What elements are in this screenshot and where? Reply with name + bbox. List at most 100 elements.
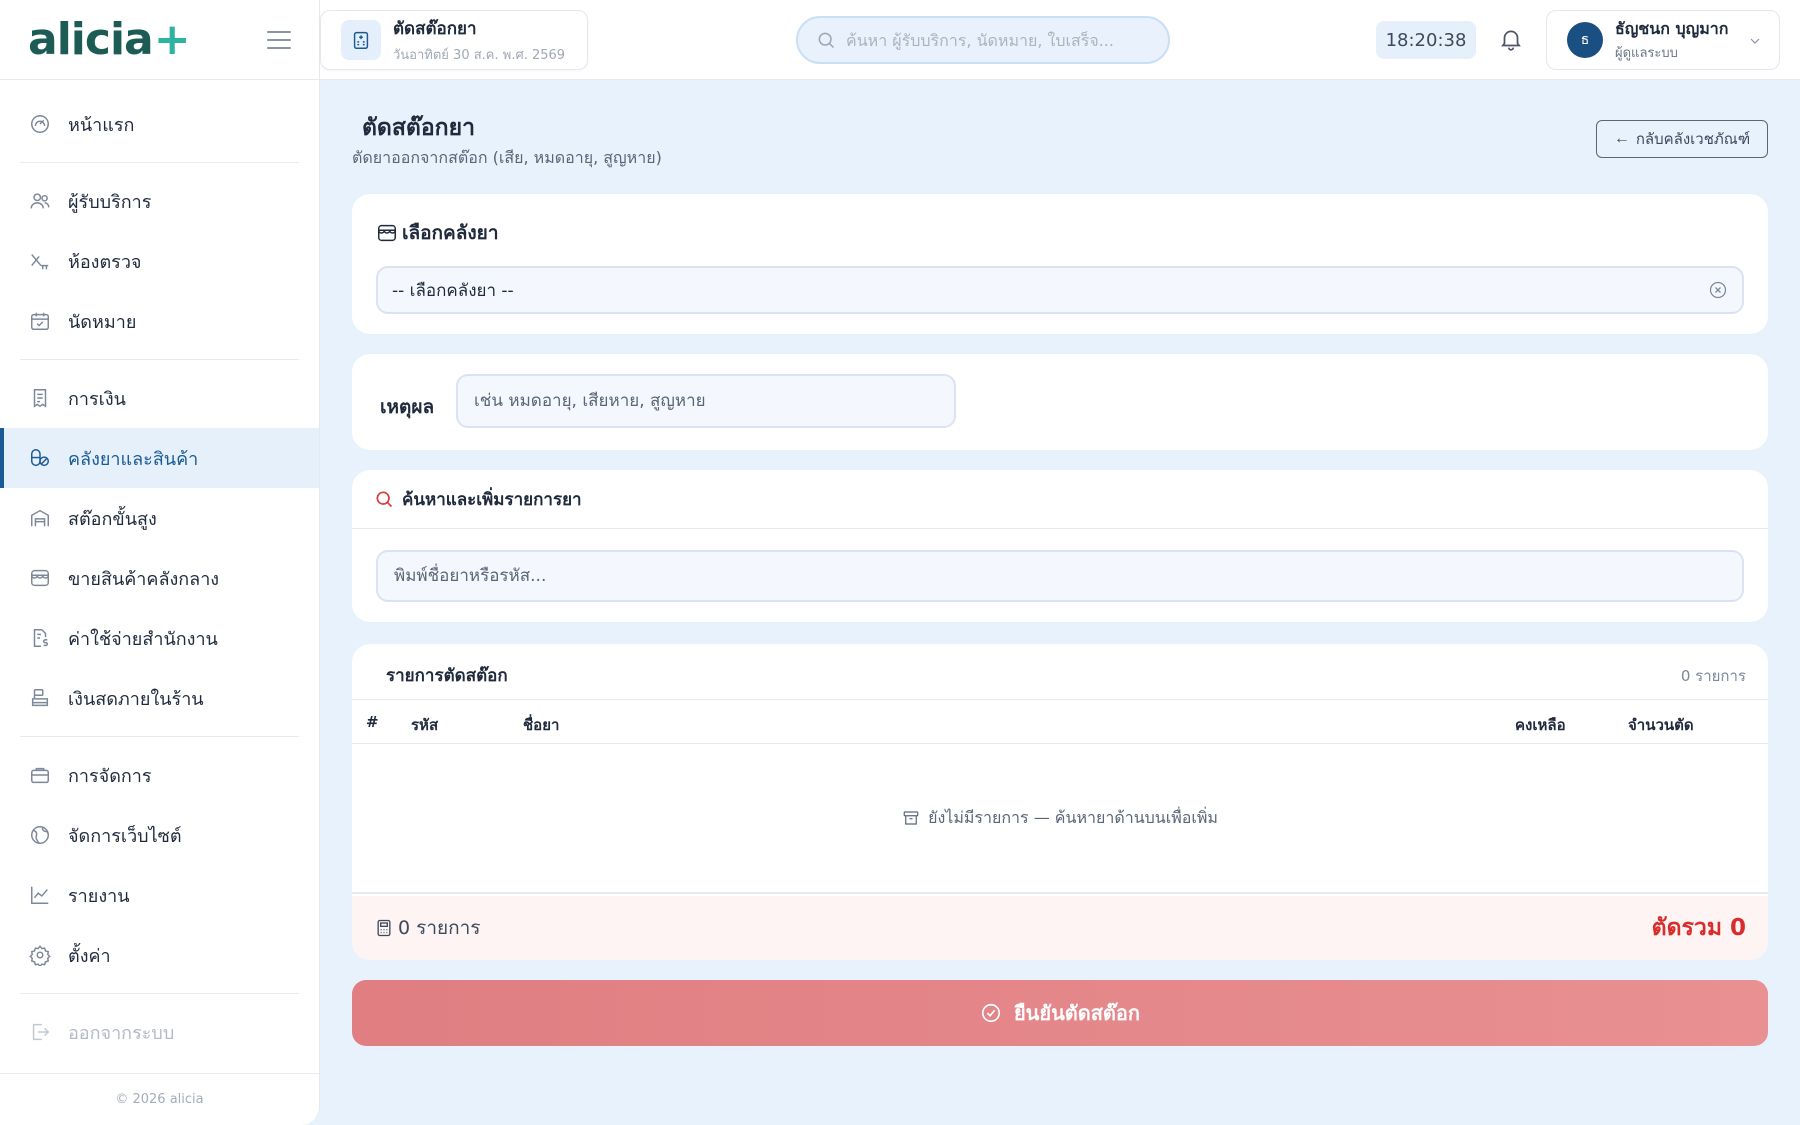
- empty-state: ยังไม่มีรายการ — ค้นหายาด้านบนเพื่อเพิ่ม: [352, 744, 1768, 894]
- sidebar-divider: [20, 162, 299, 163]
- chip-date: วันอาทิตย์ 30 ส.ค. พ.ศ. 2569: [393, 48, 566, 63]
- sidebar-item-label: รายงาน: [68, 885, 130, 907]
- pills-icon: [28, 446, 52, 470]
- reason-card: เหตุผล: [352, 354, 1768, 450]
- sidebar-item-appointments[interactable]: นัดหมาย: [0, 291, 319, 351]
- page-subtitle: ตัดยาออกจากสต๊อก (เสีย, หมดอายุ, สูญหาย): [352, 148, 662, 167]
- sidebar-divider: [20, 993, 299, 994]
- sidebar-item-office-expenses[interactable]: ค่าใช้จ่ายสำนักงาน: [0, 608, 319, 668]
- chip-title: ตัดสต๊อกยา: [393, 19, 477, 39]
- writeoff-list-card: รายการตัดสต๊อก 0 รายการ # รหัส ชื่อยา คง…: [352, 644, 1768, 960]
- user-role: ผู้ดูแลระบบ: [1615, 46, 1678, 61]
- drug-search-input[interactable]: [376, 550, 1744, 602]
- warehouse-heading-label: เลือกคลังยา: [402, 222, 499, 244]
- list-title: รายการตัดสต๊อก: [386, 666, 508, 686]
- drug-search-heading-label: ค้นหาและเพิ่มรายการยา: [402, 489, 582, 510]
- footer-count: 0 รายการ: [374, 913, 481, 943]
- sidebar-item-pharmacy[interactable]: คลังยาและสินค้า: [0, 428, 319, 488]
- copyright: © 2026 alicia: [0, 1073, 319, 1125]
- sidebar-item-logout[interactable]: ออกจากระบบ: [0, 1002, 319, 1062]
- current-page-chip: ตัดสต๊อกยา วันอาทิตย์ 30 ส.ค. พ.ศ. 2569: [320, 10, 588, 70]
- sidebar-item-central-sales[interactable]: ขายสินค้าคลังกลาง: [0, 548, 319, 608]
- column-header-index: #: [366, 713, 379, 731]
- top-bar: ตัดสต๊อกยา วันอาทิตย์ 30 ส.ค. พ.ศ. 2569 …: [320, 0, 1800, 80]
- warehouse-card: เลือกคลังยา -- เลือกคลังยา --: [352, 194, 1768, 334]
- sidebar-nav: หน้าแรก ผู้รับบริการ ห้องตรวจ นัดหมาย กา…: [0, 80, 319, 1062]
- sidebar-item-label: จัดการเว็บไซต์: [68, 825, 182, 847]
- warehouse-icon: [28, 506, 52, 530]
- column-header-drug-name: ชื่อยา: [523, 716, 560, 734]
- bell-icon[interactable]: [1496, 22, 1526, 56]
- footer-count-text: 0 รายการ: [398, 917, 481, 939]
- global-search-input[interactable]: [846, 30, 1136, 50]
- clear-icon[interactable]: [1708, 280, 1728, 300]
- list-count: 0 รายการ: [1680, 667, 1746, 685]
- sidebar-item-label: ขายสินค้าคลังกลาง: [68, 568, 220, 590]
- warehouse-select[interactable]: -- เลือกคลังยา --: [376, 266, 1744, 314]
- sidebar-item-label: ห้องตรวจ: [68, 251, 142, 273]
- clock: 18:20:38: [1376, 21, 1476, 59]
- sidebar-item-finance[interactable]: การเงิน: [0, 368, 319, 428]
- table-header: # รหัส ชื่อยา คงเหลือ จำนวนตัด: [352, 700, 1768, 744]
- confirm-label: ยืนยันตัดสต๊อก: [1013, 1001, 1141, 1025]
- column-header-cut-quantity: จำนวนตัด: [1628, 716, 1694, 734]
- sidebar-item-management[interactable]: การจัดการ: [0, 745, 319, 805]
- sidebar-item-label: ผู้รับบริการ: [68, 191, 152, 213]
- sidebar-item-home[interactable]: หน้าแรก: [0, 94, 319, 154]
- sidebar-item-label: คลังยาและสินค้า: [68, 448, 199, 470]
- sidebar-item-label: สต๊อกขั้นสูง: [68, 508, 157, 530]
- list-header: รายการตัดสต๊อก 0 รายการ: [352, 644, 1768, 700]
- app-logo[interactable]: alicia +: [28, 14, 191, 65]
- archive-icon: [903, 811, 919, 825]
- back-button-label: กลับคลังเวชภัณฑ์: [1635, 131, 1751, 148]
- menu-toggle-icon[interactable]: [267, 30, 291, 49]
- store-icon: [28, 566, 52, 590]
- hospital-building-icon: [341, 20, 381, 60]
- sidebar-item-label: นัดหมาย: [68, 311, 137, 333]
- search-icon: [376, 491, 393, 508]
- arrow-left-icon: ←: [1613, 130, 1630, 147]
- logo-plus: +: [153, 14, 191, 65]
- sidebar-item-advanced-stock[interactable]: สต๊อกขั้นสูง: [0, 488, 319, 548]
- sidebar-item-label: เงินสดภายในร้าน: [68, 688, 204, 710]
- sidebar-item-store-cash[interactable]: เงินสดภายในร้าน: [0, 668, 319, 728]
- sidebar-item-exam-room[interactable]: ห้องตรวจ: [0, 231, 319, 291]
- chevron-down-icon: [1747, 33, 1763, 53]
- sidebar-item-settings[interactable]: ตั้งค่า: [0, 925, 319, 985]
- invoice-dollar-icon: [28, 626, 52, 650]
- sidebar-item-label: ค่าใช้จ่ายสำนักงาน: [68, 628, 218, 650]
- sidebar-item-reports[interactable]: รายงาน: [0, 865, 319, 925]
- user-menu[interactable]: ธ ธัญชนก บุญมาก ผู้ดูแลระบบ: [1546, 10, 1780, 70]
- check-circle-icon: [981, 1003, 1001, 1023]
- back-to-pharmacy-button[interactable]: ← กลับคลังเวชภัณฑ์: [1596, 120, 1768, 158]
- calculator-icon: [377, 919, 391, 937]
- sidebar-item-label: การเงิน: [68, 388, 126, 410]
- sidebar-divider: [20, 359, 299, 360]
- sidebar-divider: [20, 736, 299, 737]
- divider: [352, 528, 1768, 529]
- reason-label: เหตุผล: [380, 396, 435, 418]
- chart-line-icon: [28, 883, 52, 907]
- page-title: ตัดสต๊อกยา: [362, 115, 475, 141]
- sidebar-item-clients[interactable]: ผู้รับบริการ: [0, 171, 319, 231]
- search-icon: [818, 32, 835, 49]
- dashboard-icon: [28, 112, 52, 136]
- briefcase-icon: [28, 763, 52, 787]
- logo-text: alicia: [28, 14, 154, 65]
- column-header-remaining: คงเหลือ: [1515, 716, 1566, 734]
- calendar-check-icon: [28, 309, 52, 333]
- drug-search-heading: ค้นหาและเพิ่มรายการยา: [374, 470, 582, 528]
- confirm-writeoff-button[interactable]: ยืนยันตัดสต๊อก: [352, 980, 1768, 1046]
- sidebar: alicia + หน้าแรก ผู้รับบริการ ห้องตรวจ นั…: [0, 0, 320, 1125]
- stethoscope-icon: [28, 249, 52, 273]
- reason-input[interactable]: [456, 374, 956, 428]
- store-icon: [378, 224, 396, 242]
- gear-icon: [28, 943, 52, 967]
- sidebar-header: alicia +: [0, 0, 319, 80]
- sidebar-item-website[interactable]: จัดการเว็บไซต์: [0, 805, 319, 865]
- drug-search-card: ค้นหาและเพิ่มรายการยา: [352, 470, 1768, 622]
- logout-icon: [28, 1020, 52, 1044]
- global-search[interactable]: [796, 16, 1170, 64]
- footer-total: ตัดรวม 0: [1651, 915, 1746, 941]
- list-footer: 0 รายการ ตัดรวม 0: [352, 896, 1768, 960]
